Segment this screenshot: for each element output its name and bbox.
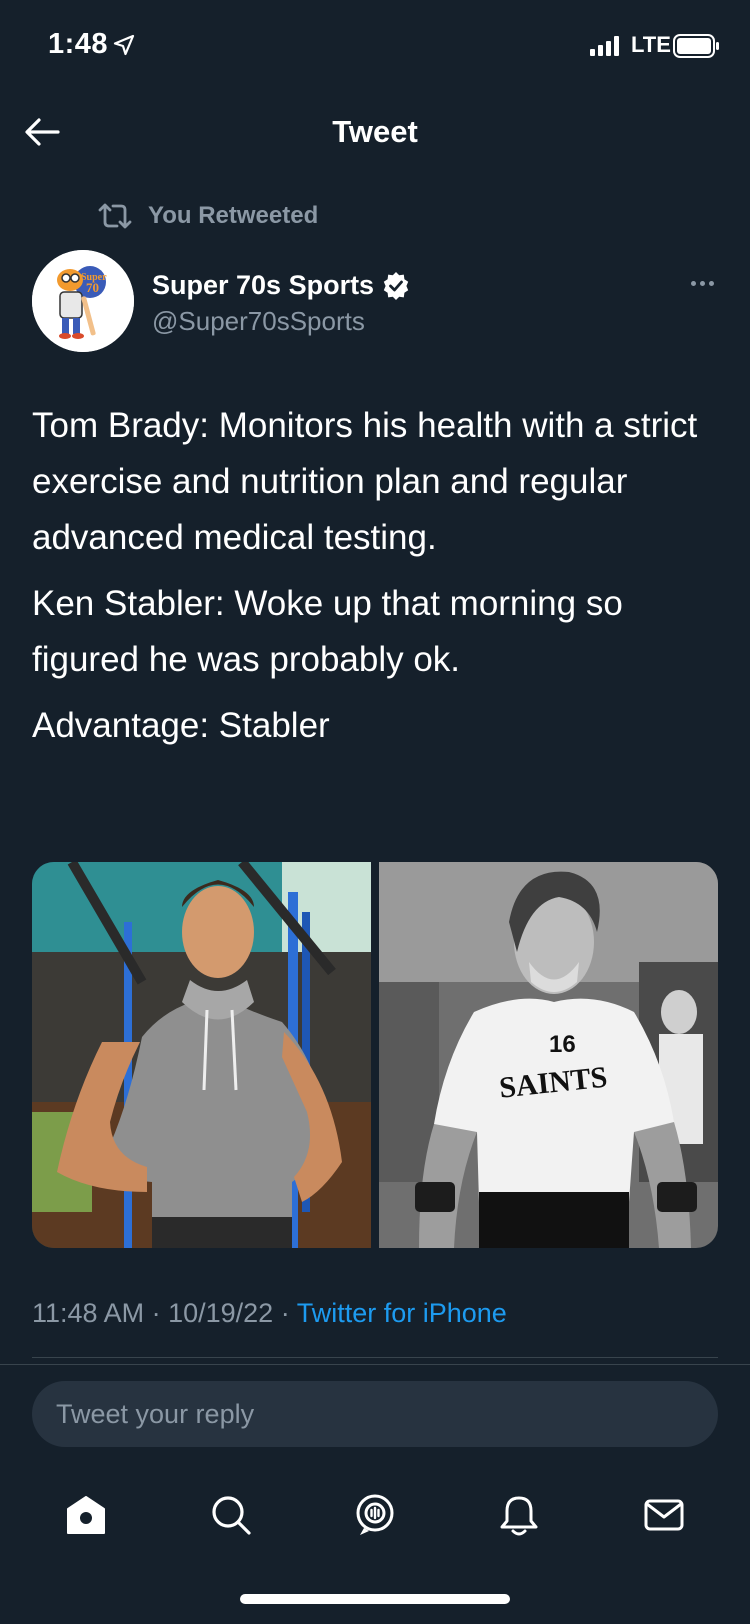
tweet-paragraph: Ken Stabler: Woke up that morning so fig… xyxy=(32,584,623,679)
tweet-author: Super 70 Super 70s Sports @Super70sSport… xyxy=(32,250,722,360)
tweet-date: 10/19/22 xyxy=(168,1298,274,1328)
more-dot-icon xyxy=(708,280,714,286)
meta-separator: · xyxy=(280,1298,297,1328)
home-indicator[interactable] xyxy=(240,1594,510,1604)
status-time: 1:48 xyxy=(48,28,109,60)
svg-text:70: 70 xyxy=(86,280,99,295)
retweet-icon xyxy=(98,203,132,229)
photo-ken-stabler[interactable]: 16 SAINTS xyxy=(379,862,718,1248)
divider xyxy=(32,1357,718,1358)
tweet-source-link[interactable]: Twitter for iPhone xyxy=(297,1298,507,1328)
messages-icon xyxy=(644,1499,684,1531)
tweet-timestamp: 11:48 AM · 10/19/22 · Twitter for iPhone xyxy=(32,1298,507,1329)
super-70s-logo: Super 70 xyxy=(32,250,134,352)
carrier-label: LTE xyxy=(631,32,671,57)
author-handle[interactable]: @Super70sSports xyxy=(152,306,365,337)
tab-messages[interactable] xyxy=(634,1485,694,1545)
notifications-icon xyxy=(500,1496,538,1536)
bw-portrait-image: 16 SAINTS xyxy=(379,862,718,1248)
more-dot-icon xyxy=(690,280,696,286)
status-bar: 1:48 LTE xyxy=(0,0,750,90)
verified-badge-icon xyxy=(383,271,409,300)
more-dot-icon xyxy=(699,280,705,286)
tweet-time: 11:48 AM xyxy=(32,1298,145,1328)
reply-input[interactable] xyxy=(32,1381,718,1447)
top-nav-bar: Tweet xyxy=(0,100,750,164)
photo-tom-brady[interactable] xyxy=(32,862,371,1248)
jersey-number: 16 xyxy=(549,1031,576,1058)
tweet-paragraph: Advantage: Stabler xyxy=(32,706,330,745)
tweet-body: Tom Brady: Monitors his health with a st… xyxy=(32,398,722,764)
spaces-icon xyxy=(356,1494,394,1535)
more-options-button[interactable] xyxy=(682,268,722,298)
tweet-paragraph: Tom Brady: Monitors his health with a st… xyxy=(32,406,698,557)
bottom-tab-bar xyxy=(0,1470,750,1560)
tweet-media: 16 SAINTS xyxy=(32,862,718,1248)
author-name-text: Super 70s Sports xyxy=(152,270,375,300)
author-name[interactable]: Super 70s Sports xyxy=(152,270,410,301)
retweet-label: You Retweeted xyxy=(148,202,319,229)
location-arrow-icon xyxy=(113,34,135,56)
home-icon xyxy=(67,1496,106,1534)
tab-spaces[interactable] xyxy=(345,1485,405,1545)
cellular-signal-icon xyxy=(590,36,619,56)
gym-portrait-image xyxy=(32,862,371,1248)
tab-search[interactable] xyxy=(201,1485,261,1545)
page-title: Tweet xyxy=(332,114,418,149)
avatar[interactable]: Super 70 xyxy=(32,250,134,352)
tweet-detail-screen: 1:48 LTE Tweet You Retweeted Super 70 Su… xyxy=(0,0,750,1624)
battery-icon xyxy=(673,34,719,58)
retweet-indicator: You Retweeted xyxy=(96,198,318,234)
tab-notifications[interactable] xyxy=(489,1485,549,1545)
meta-separator: · xyxy=(151,1298,169,1328)
reply-bar xyxy=(0,1364,750,1464)
search-icon xyxy=(211,1496,251,1535)
tab-home[interactable] xyxy=(56,1485,116,1545)
